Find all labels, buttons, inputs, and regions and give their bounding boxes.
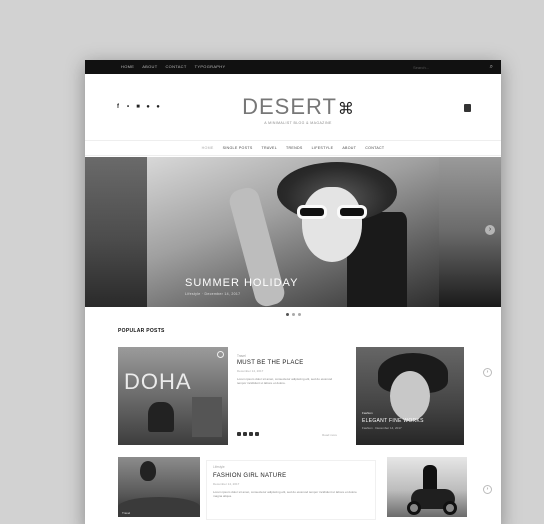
facebook-icon[interactable]: f	[115, 104, 121, 110]
top-search[interactable]: Search... ⌕	[413, 63, 493, 71]
nav-item-contact[interactable]: Contact	[365, 146, 384, 150]
post-card-fashion-girl-nature[interactable]: Lifestyle FASHION GIRL NATURE December 1…	[206, 460, 376, 520]
share-pinterest-icon[interactable]	[249, 432, 253, 436]
read-more-link[interactable]: Read more	[322, 433, 337, 437]
post-category[interactable]: Fashion	[362, 411, 373, 415]
slider-next-arrow-icon[interactable]: ›	[485, 225, 495, 235]
post-title[interactable]: FASHION GIRL NATURE	[213, 473, 286, 479]
post-meta: December 14, 2017	[213, 482, 240, 486]
slide-prev-image[interactable]	[85, 157, 147, 307]
search-icon[interactable]: ⌕	[490, 64, 493, 70]
post-meta: December 14, 2017	[237, 369, 264, 373]
share-email-icon[interactable]	[255, 432, 259, 436]
slider-dot[interactable]	[291, 313, 295, 316]
post-category[interactable]: Travel	[237, 354, 246, 358]
search-placeholder[interactable]: Search...	[413, 65, 429, 70]
top-menu-item-about[interactable]: About	[142, 64, 157, 69]
browser-page: Home About Contact Typography Search... …	[85, 60, 501, 524]
corner-circle-icon	[217, 351, 224, 358]
nav-item-home[interactable]: Home	[202, 146, 214, 150]
logo-wordmark: DESERT	[242, 94, 337, 119]
cart-icon[interactable]	[464, 104, 471, 112]
post-card-elegant[interactable]: Fashion ELEGANT FINE WORKS Fashion · Dec…	[356, 347, 464, 445]
share-facebook-icon[interactable]	[237, 432, 241, 436]
top-menu-item-typography[interactable]: Typography	[195, 64, 226, 69]
site-header: f • ■ ● ● DESERT⌘ A minimalist blog & ma…	[85, 74, 501, 144]
nav-item-travel[interactable]: Travel	[262, 146, 278, 150]
wheel-figure	[407, 501, 421, 515]
carousel-next-icon[interactable]: ›	[483, 368, 492, 377]
slider-dot[interactable]	[285, 313, 289, 316]
balloon-post-image[interactable]: Travel	[118, 457, 200, 517]
post-card-must-be-the-place[interactable]: Travel MUST BE THE PLACE December 14, 20…	[233, 350, 343, 446]
nav-item-single-posts[interactable]: Single Posts	[223, 146, 253, 150]
post-category[interactable]: Travel	[122, 511, 130, 515]
twitter-icon[interactable]: •	[125, 104, 131, 110]
doha-word: DOHA	[124, 369, 192, 394]
building-figure	[192, 397, 222, 437]
main-nav: Home Single Posts Travel Trends Lifestyl…	[85, 140, 501, 156]
slide-title[interactable]: SUMMER HOLIDAY	[185, 277, 298, 289]
instagram-icon[interactable]: ■	[135, 104, 141, 110]
top-bar: Home About Contact Typography Search... …	[85, 60, 501, 74]
hero-slider[interactable]: SUMMER HOLIDAY Lifestyle · December 14, …	[85, 157, 501, 307]
cactus-icon: ⌘	[337, 101, 354, 118]
nav-item-lifestyle[interactable]: Lifestyle	[312, 146, 334, 150]
logo-tagline: A minimalist blog & magazine	[264, 121, 332, 125]
top-menu: Home About Contact Typography	[121, 64, 225, 69]
slide-sunglasses	[297, 205, 367, 219]
camel-figure	[148, 402, 174, 432]
slider-dot[interactable]	[297, 313, 301, 316]
pinterest-icon[interactable]: ●	[145, 104, 151, 110]
post-share-icons	[237, 432, 259, 436]
top-menu-item-home[interactable]: Home	[121, 64, 134, 69]
doha-post-image[interactable]: DOHA	[118, 347, 228, 445]
nav-item-about[interactable]: About	[342, 146, 356, 150]
motorbike-post-image[interactable]	[387, 457, 467, 517]
rss-icon[interactable]: ●	[155, 104, 161, 110]
slide-meta: Lifestyle · December 14, 2017	[185, 292, 241, 296]
post-excerpt: Lorem ipsum dolor sit amet, consectetur …	[213, 490, 357, 499]
site-logo[interactable]: DESERT⌘ A minimalist blog & magazine	[233, 94, 363, 125]
wheel-figure	[443, 501, 457, 515]
slide-face	[302, 187, 362, 262]
slider-dots	[85, 313, 501, 316]
balloon-figure	[140, 461, 156, 481]
post-title[interactable]: MUST BE THE PLACE	[237, 360, 304, 366]
post-excerpt: Lorem ipsum dolor sit amet, consectetur …	[237, 377, 333, 386]
popular-posts-heading: POPULAR POSTS	[118, 328, 165, 334]
carousel-next-icon[interactable]: ›	[483, 485, 492, 494]
post-title[interactable]: ELEGANT FINE WORKS	[362, 418, 424, 424]
nav-item-trends[interactable]: Trends	[286, 146, 303, 150]
girl-face	[390, 371, 430, 421]
post-meta: Fashion · December 14, 2017	[362, 426, 402, 430]
post-category[interactable]: Lifestyle	[213, 465, 225, 469]
hill-figure	[118, 497, 200, 517]
share-twitter-icon[interactable]	[243, 432, 247, 436]
top-menu-item-contact[interactable]: Contact	[165, 64, 186, 69]
social-links: f • ■ ● ●	[115, 104, 161, 110]
